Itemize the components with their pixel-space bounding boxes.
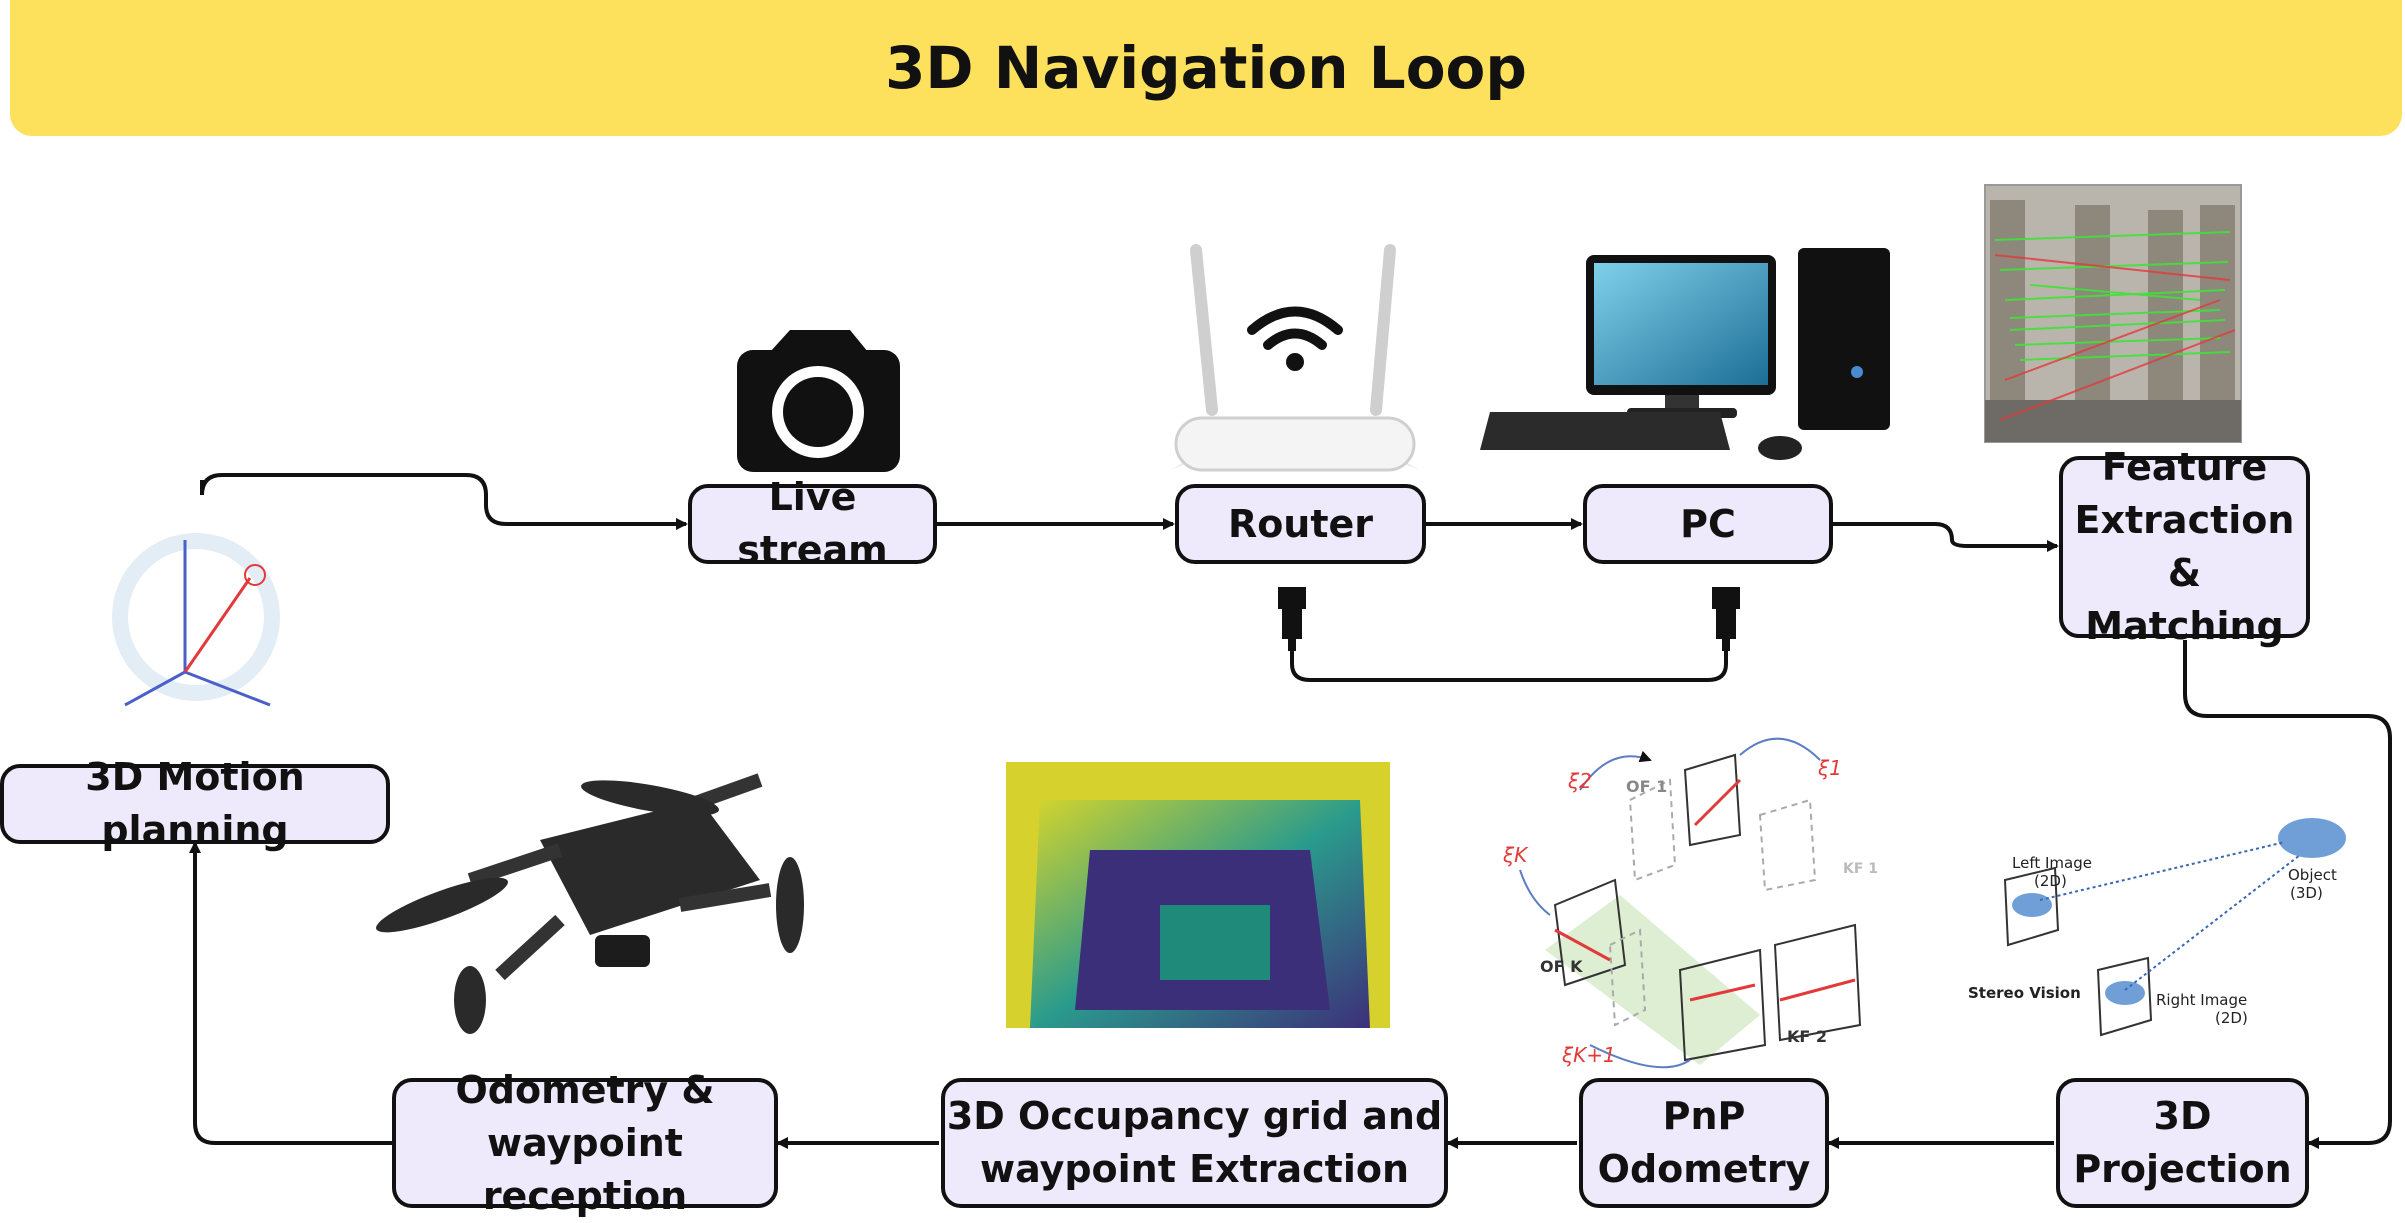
- edge-motion-to-livestream: [200, 473, 688, 530]
- slam-keyframe-diagram: ξ2 ξ1 ξK ξK+1 OF 1 OF K KF 1 KF 2: [1502, 737, 1878, 1069]
- edge-router-ethernet-to-pc: [1290, 650, 1728, 682]
- camera-icon: [737, 330, 900, 472]
- xi-k-label: ξK: [1502, 843, 1529, 867]
- node-3d-projection-label: 3D Projection: [2073, 1094, 2292, 1191]
- node-motion-planning: 3D Motion planning: [0, 755, 390, 852]
- object-line1: Object: [2288, 866, 2337, 884]
- feature-matching-image: [1984, 184, 2242, 443]
- left-image-line2: (2D): [2034, 872, 2067, 890]
- node-occupancy-grid: 3D Occupancy grid and waypoint Extractio…: [941, 1078, 1448, 1208]
- diagram-canvas: ξ2 ξ1 ξK ξK+1 OF 1 OF K KF 1 KF 2 Left I…: [112, 184, 2392, 1149]
- node-live-stream-label: Live stream: [737, 475, 888, 572]
- node-feature-extraction-label: Feature Extraction & Matching: [2074, 445, 2295, 648]
- ofk-label: OF K: [1540, 957, 1583, 976]
- xi-k1-label: ξK+1: [1561, 1043, 1616, 1067]
- node-3d-projection: 3D Projection: [2056, 1078, 2309, 1208]
- edge-reception-to-motion: [189, 841, 392, 1145]
- node-pnp-odometry: PnP Odometry: [1579, 1078, 1829, 1208]
- xi-1-label: ξ1: [1817, 756, 1842, 780]
- ethernet-plug-right-icon: [1712, 587, 1740, 651]
- node-router: Router: [1175, 484, 1426, 564]
- node-pnp-odometry-label: PnP Odometry: [1597, 1094, 1811, 1191]
- stereo-vision-caption: Stereo Vision: [1968, 984, 2081, 1002]
- node-pc: PC: [1583, 484, 1833, 564]
- left-image-line1: Left Image: [2012, 854, 2092, 872]
- node-odometry-reception-label: Odometry & waypoint reception: [455, 1067, 715, 1218]
- node-feature-extraction: Feature Extraction & Matching: [2059, 445, 2310, 648]
- coordinate-axes-icon: [112, 533, 280, 707]
- right-image-line1: Right Image: [2156, 991, 2247, 1009]
- computer-icon: [1480, 248, 1890, 460]
- node-router-label: Router: [1227, 501, 1374, 546]
- right-image-label: Right Image (2D): [2156, 991, 2252, 1027]
- node-occupancy-grid-label: 3D Occupancy grid and waypoint Extractio…: [946, 1094, 1443, 1191]
- drone-image: [376, 773, 804, 1034]
- node-odometry-reception: Odometry & waypoint reception: [392, 1068, 778, 1218]
- of1-label: OF 1: [1626, 777, 1667, 796]
- wifi-icon: [1247, 306, 1343, 371]
- object-line2: (3D): [2290, 884, 2323, 902]
- xi-2-label: ξ2: [1567, 769, 1592, 793]
- object-label: Object (3D): [2288, 866, 2342, 902]
- node-live-stream: Live stream: [688, 475, 937, 572]
- kf1-label: KF 1: [1843, 861, 1878, 877]
- right-image-line2: (2D): [2215, 1009, 2248, 1027]
- stereo-vision-diagram: Left Image (2D) Right Image (2D) Object …: [1968, 818, 2346, 1037]
- edge-pc-to-feature: [1833, 522, 2059, 552]
- edge-feature-to-projection: [2183, 640, 2392, 1149]
- occupancy-grid-image: [1006, 762, 1390, 1028]
- ethernet-plug-left-icon: [1278, 587, 1306, 651]
- kf2-label: KF 2: [1787, 1027, 1827, 1046]
- node-pc-label: PC: [1680, 501, 1736, 546]
- node-motion-planning-label: 3D Motion planning: [85, 755, 305, 852]
